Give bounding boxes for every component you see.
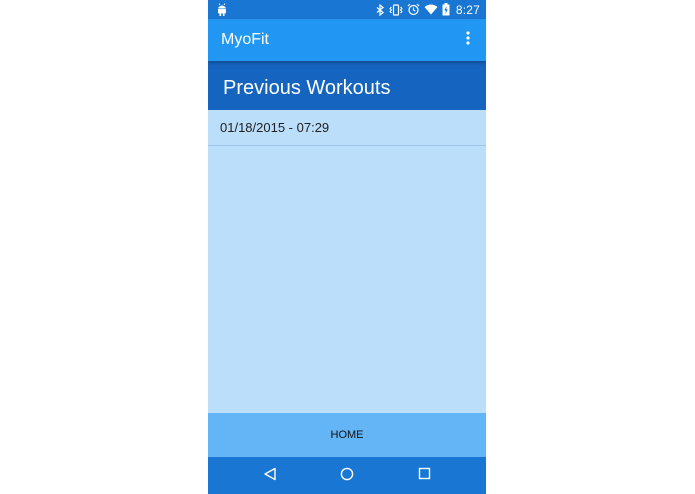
overflow-menu-button[interactable] (458, 29, 478, 51)
workout-date-label: 01/18/2015 - 07:29 (220, 120, 330, 135)
home-button-label: HOME (330, 429, 364, 441)
back-icon (263, 467, 277, 486)
home-button[interactable]: HOME (208, 413, 486, 457)
recents-button[interactable] (414, 466, 434, 486)
phone-screen: 8:27 MyoFit Previous Workouts 01/18/2015… (208, 0, 486, 494)
workout-list: 01/18/2015 - 07:29 (208, 110, 486, 146)
home-circle-icon (340, 467, 354, 486)
alarm-icon (407, 3, 420, 16)
home-nav-button[interactable] (337, 466, 357, 486)
overflow-menu-icon (466, 30, 470, 50)
section-header: Previous Workouts (208, 61, 486, 110)
bluetooth-icon (376, 3, 385, 16)
battery-charging-icon (442, 3, 450, 16)
app-bar: MyoFit (208, 19, 486, 61)
back-button[interactable] (260, 466, 280, 486)
app-title: MyoFit (221, 31, 269, 48)
section-title: Previous Workouts (223, 77, 391, 99)
status-clock: 8:27 (455, 2, 480, 17)
status-icons: 8:27 (376, 0, 480, 19)
recents-icon (418, 467, 431, 485)
status-bar: 8:27 (208, 0, 486, 19)
android-debug-icon (215, 2, 231, 17)
workout-list-item[interactable]: 01/18/2015 - 07:29 (208, 110, 486, 146)
system-nav-bar (208, 457, 486, 494)
wifi-icon (424, 4, 438, 15)
vibrate-icon (389, 3, 403, 16)
